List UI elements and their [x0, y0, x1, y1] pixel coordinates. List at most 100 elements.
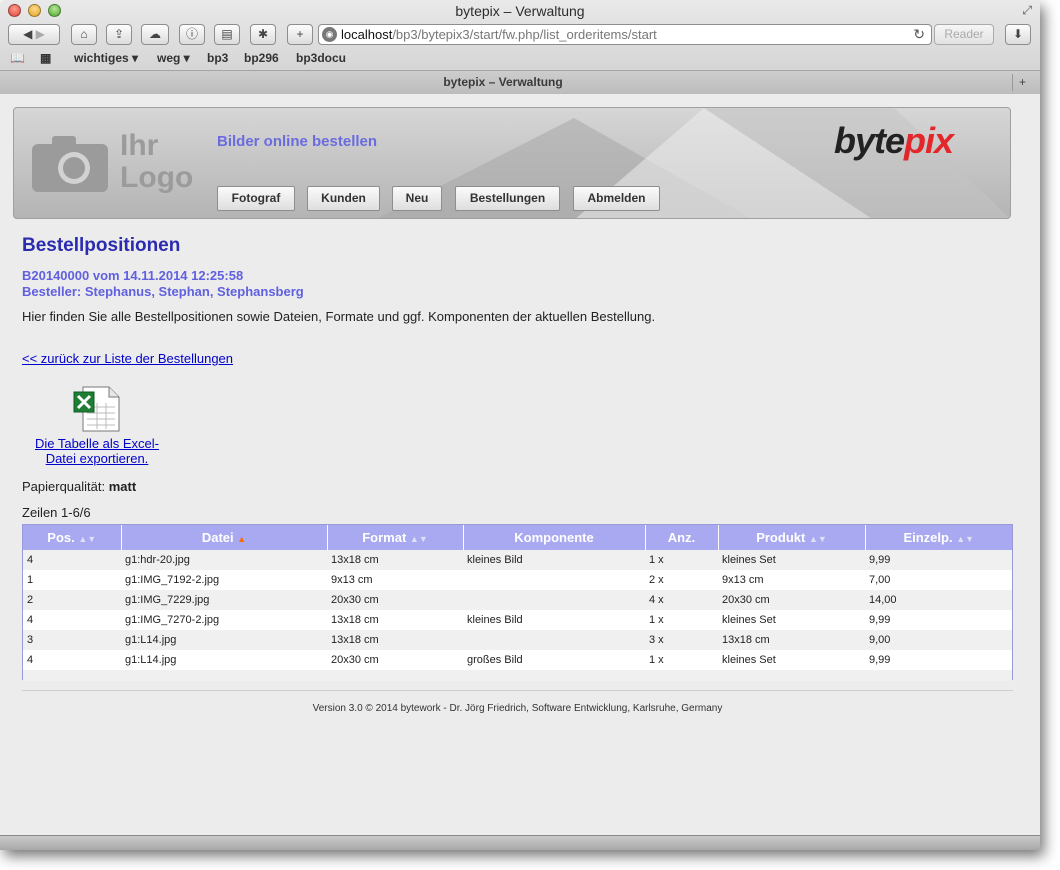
- placeholder-logo: Ihr Logo: [120, 130, 193, 194]
- logo-line-1: Ihr: [120, 129, 159, 162]
- site-title: Bilder online bestellen: [217, 133, 378, 150]
- cell-anz: 1 x: [645, 550, 718, 570]
- nav-bestellungen-button[interactable]: Bestellungen: [455, 186, 560, 211]
- bookmark-bp296[interactable]: bp296: [244, 51, 279, 65]
- brand-part-1: byte: [834, 120, 905, 161]
- column-header-label: Komponente: [514, 530, 594, 545]
- column-header-format[interactable]: Format ▲▼: [327, 525, 464, 550]
- nav-abmelden-button[interactable]: Abmelden: [573, 186, 660, 211]
- browser-window: bytepix – Verwaltung ⤢ ◀ ▶ ⌂ ⇪ ☁ ⓘ ▤ ✱ +…: [0, 0, 1040, 850]
- share-button[interactable]: ⇪: [106, 24, 132, 45]
- icloud-button[interactable]: ☁: [141, 24, 169, 45]
- back-forward-buttons[interactable]: ◀ ▶: [8, 24, 60, 45]
- order-number-date: B20140000 vom 14.11.2014 12:25:58: [22, 268, 244, 283]
- zoom-window-button[interactable]: [48, 4, 61, 17]
- close-window-button[interactable]: [8, 4, 21, 17]
- excel-export-icon[interactable]: [73, 385, 121, 433]
- reading-list-icon[interactable]: 📖: [10, 51, 25, 65]
- column-header-label: Pos.: [47, 530, 75, 545]
- cell-format: 13x18 cm: [327, 610, 463, 630]
- excel-link-line-1: Die Tabelle als Excel-: [34, 436, 160, 451]
- tab-active[interactable]: bytepix – Verwaltung: [0, 75, 1006, 89]
- paper-quality-label: Papierqualität:: [22, 479, 106, 494]
- column-header-einzelp[interactable]: Einzelp. ▲▼: [865, 525, 1012, 550]
- sort-ascending-icon: ▲: [237, 534, 247, 544]
- excel-export-link[interactable]: Die Tabelle als Excel- Datei exportieren…: [22, 436, 172, 466]
- downloads-button[interactable]: ⬇: [1005, 24, 1031, 45]
- cell-format: 13x18 cm: [327, 550, 463, 570]
- top-sites-icon[interactable]: ▦: [40, 51, 51, 65]
- cell-datei: g1:L14.jpg: [121, 630, 327, 650]
- tab-bar: bytepix – Verwaltung +: [0, 70, 1040, 94]
- bookmarks-bar: 📖 ▦ wichtiges ▾ weg ▾ bp3 bp296 bp3docu: [0, 49, 1040, 67]
- forward-arrow-icon[interactable]: ▶: [36, 27, 45, 41]
- column-header-datei[interactable]: Datei ▲: [121, 525, 328, 550]
- minimize-window-button[interactable]: [28, 4, 41, 17]
- bookmark-wichtiges[interactable]: wichtiges ▾: [74, 51, 138, 65]
- sort-icon: ▲▼: [956, 534, 975, 544]
- paper-quality-value: matt: [108, 479, 137, 494]
- address-bar[interactable]: ◉ localhost/bp3/bytepix3/start/fw.php/li…: [318, 24, 932, 45]
- cell-produkt: kleines Set: [718, 650, 865, 670]
- cell-format: 13x18 cm: [327, 630, 463, 650]
- page-title: Bestellpositionen: [22, 235, 181, 256]
- nav-fotograf-button[interactable]: Fotograf: [217, 186, 295, 211]
- cell-produkt: 13x18 cm: [718, 630, 865, 650]
- extension-button[interactable]: ▤: [214, 24, 240, 45]
- cell-datei: g1:IMG_7270-2.jpg: [121, 610, 327, 630]
- cell-produkt: 20x30 cm: [718, 590, 865, 610]
- nav-kunden-button[interactable]: Kunden: [307, 186, 380, 211]
- fullscreen-icon[interactable]: ⤢: [1022, 3, 1032, 18]
- download-icon: ⬇: [1012, 27, 1024, 41]
- extension-button-2[interactable]: ✱: [250, 24, 276, 45]
- reader-button[interactable]: Reader: [934, 24, 994, 45]
- home-icon: ⌂: [80, 27, 88, 41]
- column-header-label: Einzelp.: [903, 530, 953, 545]
- cell-komponente: [463, 570, 645, 590]
- bookmark-weg[interactable]: weg ▾: [157, 51, 190, 65]
- column-header-label: Produkt: [756, 530, 806, 545]
- cell-format: 20x30 cm: [327, 590, 463, 610]
- cell-komponente: kleines Bild: [463, 550, 645, 570]
- sort-icon: ▲▼: [409, 534, 428, 544]
- cell-pos: 1: [23, 570, 121, 590]
- table-row: 1 g1:IMG_7192-2.jpg 9x13 cm 2 x 9x13 cm 7,00: [23, 570, 1012, 590]
- column-header-produkt[interactable]: Produkt ▲▼: [718, 525, 866, 550]
- home-button[interactable]: ⌂: [71, 24, 97, 45]
- cell-pos: 4: [23, 610, 121, 630]
- order-items-table: Pos. ▲▼ Datei ▲ Format ▲▼ Komponente Anz…: [22, 524, 1013, 681]
- bytepix-logo: bytepix: [834, 120, 954, 162]
- cell-komponente: großes Bild: [463, 650, 645, 670]
- column-header-komponente: Komponente: [463, 525, 646, 550]
- url-host: localhost: [341, 27, 393, 42]
- cell-pos: 4: [23, 550, 121, 570]
- customer-line: Besteller: Stephanus, Stephan, Stephansb…: [22, 284, 304, 299]
- share-icon: ⇪: [113, 27, 125, 41]
- reload-icon[interactable]: ↻: [913, 25, 925, 44]
- cell-datei: g1:L14.jpg: [121, 650, 327, 670]
- bookmark-bp3docu[interactable]: bp3docu: [296, 51, 346, 65]
- cell-einzelp: 9,99: [865, 550, 1012, 570]
- column-header-anz: Anz.: [645, 525, 719, 550]
- sort-icon: ▲▼: [78, 534, 97, 544]
- brand-part-2: pix: [904, 120, 954, 161]
- nav-neu-button[interactable]: Neu: [392, 186, 442, 211]
- back-to-orders-link[interactable]: << zurück zur Liste der Bestellungen: [22, 351, 233, 366]
- column-header-pos[interactable]: Pos. ▲▼: [23, 525, 122, 550]
- cell-anz: 1 x: [645, 650, 718, 670]
- info-button[interactable]: ⓘ: [179, 24, 205, 45]
- rows-info: Zeilen 1-6/6: [22, 505, 91, 520]
- table-row: 3 g1:L14.jpg 13x18 cm 3 x 13x18 cm 9,00: [23, 630, 1012, 650]
- bookmark-bp3[interactable]: bp3: [207, 51, 228, 65]
- table-footer-row: [23, 670, 1012, 681]
- cell-pos: 3: [23, 630, 121, 650]
- back-arrow-icon[interactable]: ◀: [23, 27, 32, 41]
- new-tab-plus-icon[interactable]: +: [1012, 74, 1032, 91]
- sort-icon: ▲▼: [808, 534, 827, 544]
- url-text[interactable]: localhost/bp3/bytepix3/start/fw.php/list…: [341, 25, 657, 44]
- new-tab-button[interactable]: +: [287, 24, 313, 45]
- cell-anz: 3 x: [645, 630, 718, 650]
- table-row: 4 g1:IMG_7270-2.jpg 13x18 cm kleines Bild 1 …: [23, 610, 1012, 630]
- asterisk-icon: ✱: [257, 27, 269, 41]
- cell-datei: g1:IMG_7192-2.jpg: [121, 570, 327, 590]
